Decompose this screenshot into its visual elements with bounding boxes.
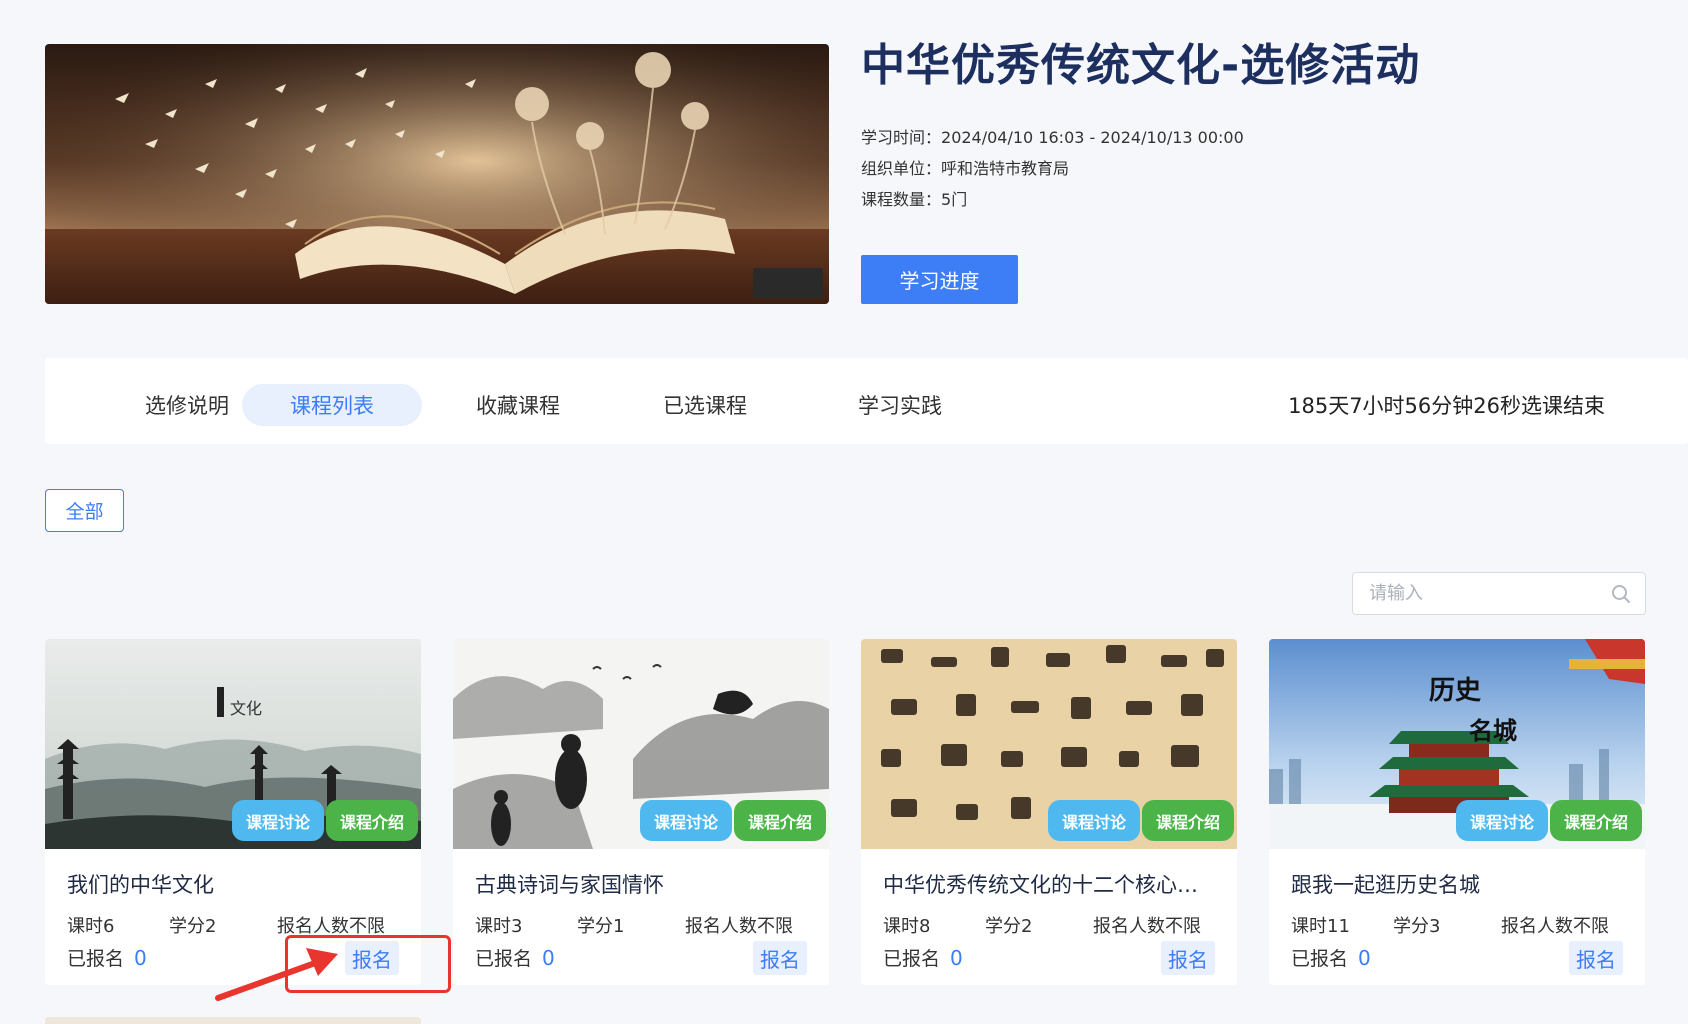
course-title[interactable]: 跟我一起逛历史名城	[1291, 869, 1631, 899]
enrolled-count: 0	[950, 946, 963, 970]
enrolled-info: 已报名 0	[1291, 944, 1371, 971]
banner-overlay-tag	[753, 268, 823, 298]
organization-value: 呼和浩特市教育局	[941, 159, 1070, 178]
course-intro-chip[interactable]: 课程介绍	[1549, 800, 1642, 841]
enrolled-label: 已报名	[475, 948, 533, 970]
course-intro-chip[interactable]: 课程介绍	[1141, 800, 1234, 841]
enrolled-count: 0	[542, 946, 555, 970]
filter-all-button[interactable]: 全部	[45, 489, 124, 532]
enrolled-info: 已报名 0	[475, 944, 555, 971]
card-chips: 课程讨论 课程介绍	[1455, 800, 1642, 841]
search-icon[interactable]	[1611, 584, 1631, 604]
enrolled-count: 0	[1358, 946, 1371, 970]
study-time-label: 学习时间：	[861, 128, 942, 147]
enrolled-label: 已报名	[1291, 948, 1349, 970]
svg-text:文化: 文化	[230, 699, 262, 718]
course-title[interactable]: 古典诗词与家国情怀	[475, 869, 815, 899]
enrolled-label: 已报名	[67, 948, 125, 970]
course-count-row: 课程数量：5门	[861, 184, 1641, 215]
course-hours: 课时8	[883, 916, 931, 937]
course-hours: 课时6	[67, 916, 115, 937]
course-credits: 学分1	[577, 916, 625, 937]
annotation-arrow-icon	[215, 948, 338, 1001]
course-stats: 课时6 学分2 报名人数不限	[67, 912, 403, 937]
course-discussion-chip[interactable]: 课程讨论	[639, 800, 732, 841]
course-discussion-chip[interactable]: 课程讨论	[1455, 800, 1548, 841]
course-card[interactable]: 历史 名城 课程讨论 课程介绍 跟我一起逛历史名城 课时11 学分3 报名人数不…	[1269, 639, 1645, 985]
course-thumbnail[interactable]: 历史 名城 课程讨论 课程介绍	[1269, 639, 1645, 849]
course-title[interactable]: 中华优秀传统文化的十二个核心…	[883, 869, 1223, 899]
course-stats: 课时11 学分3 报名人数不限	[1291, 912, 1627, 937]
activity-meta: 学习时间：2024/04/10 16:03 - 2024/10/13 00:00…	[861, 122, 1641, 215]
enroll-button[interactable]: 报名	[753, 941, 807, 975]
selection-countdown: 185天7小时56分钟26秒选课结束	[1288, 394, 1605, 418]
course-intro-chip[interactable]: 课程介绍	[325, 800, 418, 841]
svg-text:名城: 名城	[1469, 716, 1517, 745]
course-title[interactable]: 我们的中华文化	[67, 869, 407, 899]
course-stats: 课时8 学分2 报名人数不限	[883, 912, 1219, 937]
course-credits: 学分2	[985, 916, 1033, 937]
page-title: 中华优秀传统文化-选修活动	[861, 40, 1421, 91]
organization-row: 组织单位：呼和浩特市教育局	[861, 153, 1641, 184]
enrollment-limit: 报名人数不限	[1093, 916, 1201, 937]
svg-text:历史: 历史	[1429, 676, 1482, 706]
search-input[interactable]	[1369, 573, 1599, 614]
course-intro-chip[interactable]: 课程介绍	[733, 800, 826, 841]
course-credits: 学分2	[169, 916, 217, 937]
tab-bar: 选修说明 课程列表 收藏课程 已选课程 学习实践 185天7小时56分钟26秒选…	[45, 358, 1688, 444]
card-chips: 课程讨论 课程介绍	[639, 800, 826, 841]
tab-course-list[interactable]: 课程列表	[242, 384, 422, 426]
study-time-value: 2024/04/10 16:03 - 2024/10/13 00:00	[941, 128, 1244, 147]
course-thumbnail[interactable]: 课程讨论 课程介绍	[453, 639, 829, 849]
course-card[interactable]: 课程讨论 课程介绍 古典诗词与家国情怀 课时3 学分1 报名人数不限 已报名 0 …	[453, 639, 829, 985]
card-chips: 课程讨论 课程介绍	[231, 800, 418, 841]
search-box	[1352, 572, 1646, 615]
enrolled-info: 已报名 0	[883, 944, 963, 971]
banner-image	[45, 44, 829, 304]
course-hours: 课时11	[1291, 916, 1350, 937]
course-card-partial[interactable]	[45, 1017, 421, 1024]
course-credits: 学分3	[1393, 916, 1441, 937]
enrolled-count: 0	[134, 946, 147, 970]
activity-info: 中华优秀传统文化-选修活动 学习时间：2024/04/10 16:03 - 20…	[861, 38, 1641, 304]
enroll-button[interactable]: 报名	[1161, 941, 1215, 975]
course-stats: 课时3 学分1 报名人数不限	[475, 912, 811, 937]
enrolled-label: 已报名	[883, 948, 941, 970]
course-thumbnail[interactable]: 课程讨论 课程介绍	[861, 639, 1237, 849]
course-card[interactable]: 文化 课程讨论 课程介绍 我们的中华文化 课时6 学分2 报名人数不限 已报名 0…	[45, 639, 421, 985]
card-chips: 课程讨论 课程介绍	[1047, 800, 1234, 841]
course-discussion-chip[interactable]: 课程讨论	[231, 800, 324, 841]
course-thumbnail[interactable]: 文化 课程讨论 课程介绍	[45, 639, 421, 849]
study-progress-button[interactable]: 学习进度	[861, 255, 1018, 304]
tab-favorite-courses[interactable]: 收藏课程	[428, 384, 608, 426]
tab-selected-courses[interactable]: 已选课程	[615, 384, 795, 426]
course-discussion-chip[interactable]: 课程讨论	[1047, 800, 1140, 841]
course-hours: 课时3	[475, 916, 523, 937]
enrollment-limit: 报名人数不限	[1501, 916, 1609, 937]
course-card[interactable]: 课程讨论 课程介绍 中华优秀传统文化的十二个核心… 课时8 学分2 报名人数不限…	[861, 639, 1237, 985]
course-count-value: 5门	[941, 190, 968, 209]
enrolled-info: 已报名 0	[67, 944, 147, 971]
course-count-label: 课程数量：	[861, 190, 942, 209]
enrollment-limit: 报名人数不限	[685, 916, 793, 937]
tab-study-practice[interactable]: 学习实践	[810, 384, 990, 426]
enroll-button[interactable]: 报名	[1569, 941, 1623, 975]
study-time-row: 学习时间：2024/04/10 16:03 - 2024/10/13 00:00	[861, 122, 1641, 153]
organization-label: 组织单位：	[861, 159, 942, 178]
